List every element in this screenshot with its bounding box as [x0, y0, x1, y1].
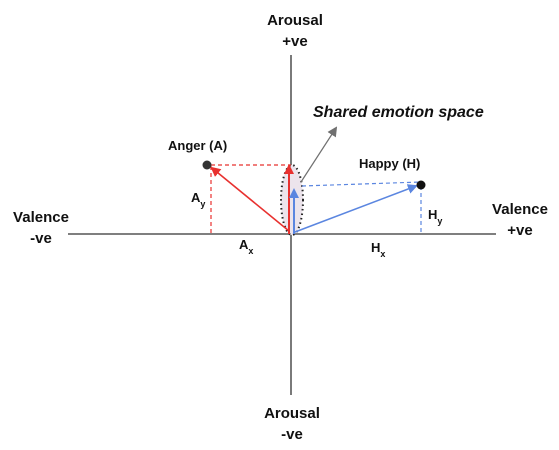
anger-label: Anger (A)	[168, 138, 227, 153]
valence-negative-label: Valence	[13, 209, 69, 226]
anger-vector	[210, 166, 290, 232]
valence-positive-sign: +ve	[507, 222, 532, 239]
valence-positive-label: Valence	[492, 201, 548, 218]
happy-vector	[294, 184, 418, 233]
happy-label: Happy (H)	[359, 156, 420, 171]
shared-space-pointer	[300, 126, 338, 183]
happy-horizontal-projection	[301, 181, 422, 187]
shared-space-label: Shared emotion space	[313, 104, 484, 121]
diagram-canvas: Arousal +ve Arousal -ve Valence -ve Vale…	[13, 12, 548, 443]
happy-point	[416, 180, 426, 190]
anger-point	[202, 160, 212, 170]
arousal-negative-sign: -ve	[281, 426, 303, 443]
valence-negative-sign: -ve	[30, 230, 52, 247]
hx-label: Hx	[371, 240, 385, 259]
ax-label: Ax	[239, 237, 253, 256]
arousal-positive-label: Arousal	[267, 12, 323, 29]
arousal-negative-label: Arousal	[264, 405, 320, 422]
arousal-positive-sign: +ve	[282, 33, 307, 50]
shared-space-ellipse	[280, 164, 304, 236]
emotion-space-diagram: Arousal +ve Arousal -ve Valence -ve Vale…	[0, 0, 559, 450]
ay-label: Ay	[191, 190, 205, 209]
hy-label: Hy	[428, 207, 442, 226]
